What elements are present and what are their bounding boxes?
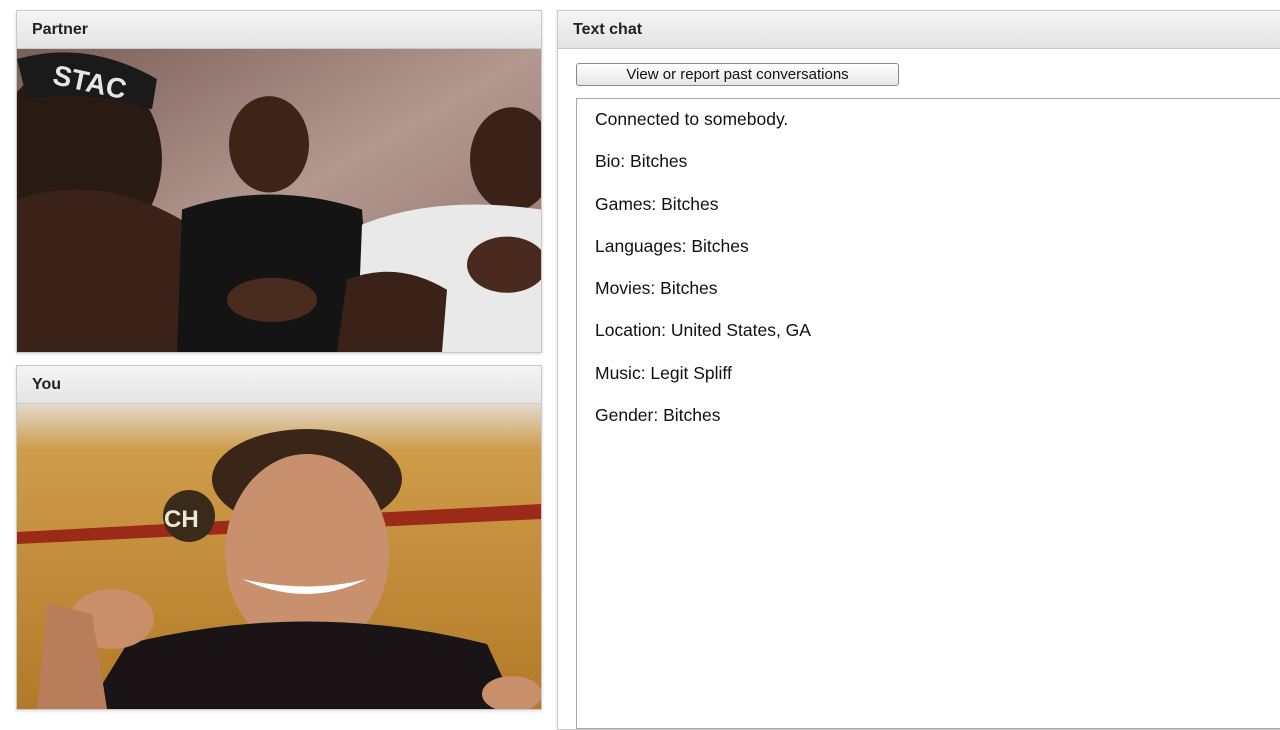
chat-message: Location: United States, GA — [595, 320, 811, 341]
text-chat-title: Text chat — [558, 11, 1280, 49]
you-panel-title: You — [17, 366, 541, 404]
partner-video[interactable]: STAC — [17, 49, 541, 352]
chat-message: Movies: Bitches — [595, 278, 718, 299]
partner-video-frame: STAC — [17, 49, 541, 352]
you-video-frame: CH — [17, 404, 541, 709]
you-panel: You CH — [16, 365, 542, 710]
you-video[interactable]: CH — [17, 404, 541, 709]
chat-message: Games: Bitches — [595, 193, 719, 214]
wall-logo-text: CH — [164, 506, 199, 533]
text-chat-panel: Text chat View or report past conversati… — [557, 10, 1280, 730]
view-past-conversations-button[interactable]: View or report past conversations — [576, 63, 899, 86]
chat-message: Gender: Bitches — [595, 405, 721, 426]
partner-panel-title: Partner — [17, 11, 541, 49]
chat-message: Languages: Bitches — [595, 235, 749, 256]
partner-panel: Partner STAC — [16, 10, 542, 353]
chat-message: Music: Legit Spliff — [595, 362, 732, 383]
chat-log[interactable]: Connected to somebody. Bio: Bitches Game… — [576, 98, 1280, 729]
chat-message: Bio: Bitches — [595, 151, 688, 172]
chat-message: Connected to somebody. — [595, 109, 789, 129]
